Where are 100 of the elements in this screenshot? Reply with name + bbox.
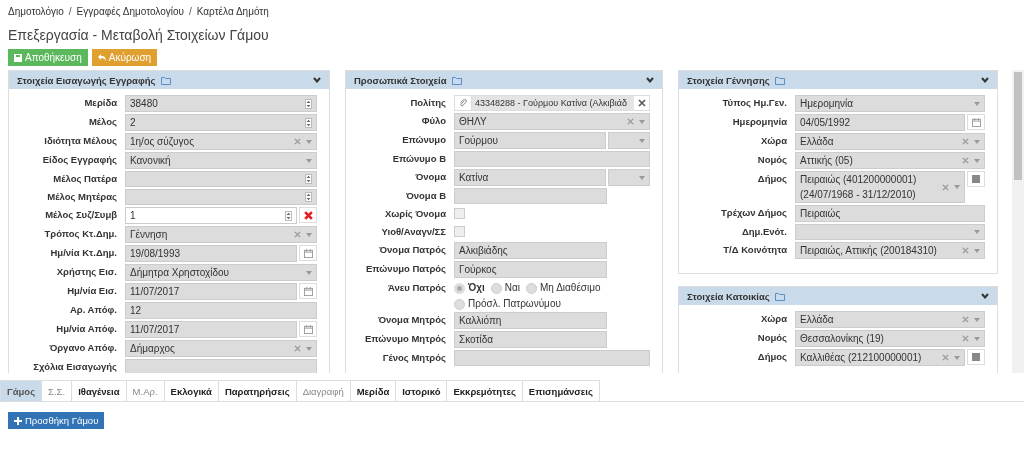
page-title: Επεξεργασία - Μεταβολή Στοιχείων Γάμου bbox=[8, 27, 270, 43]
field-value: Θεσσαλονίκης (19) bbox=[800, 332, 885, 346]
field-value: Κατίνα bbox=[459, 171, 490, 185]
add-marriage-button[interactable]: Προσθήκη Γάμου bbox=[8, 412, 105, 429]
field-label: Μέλος Συζ/Συμβ bbox=[44, 208, 117, 222]
calendar-button[interactable] bbox=[967, 114, 985, 130]
chevron-icon[interactable] bbox=[981, 77, 989, 83]
calendar-icon bbox=[303, 324, 313, 334]
calendar-button[interactable] bbox=[299, 321, 317, 337]
caret-icon bbox=[306, 232, 312, 237]
tab[interactable]: Γάμος bbox=[0, 380, 43, 401]
field-label: Ημ/νία Κτ.Δημ. bbox=[49, 246, 117, 260]
caret-icon bbox=[306, 346, 312, 351]
calendar-icon bbox=[303, 248, 313, 258]
radio-label: Όχι bbox=[468, 282, 485, 294]
chevron-icon[interactable] bbox=[981, 293, 989, 299]
field-label: Ιδιότητα Μέλους bbox=[43, 134, 117, 148]
field-label: Νομός bbox=[756, 331, 787, 345]
field-label: Είδος Εγγραφής bbox=[41, 153, 117, 167]
caret-icon bbox=[974, 230, 980, 234]
field-value: Ημερομηνία bbox=[800, 97, 855, 111]
field-value: 1 bbox=[130, 209, 137, 223]
field-label: Ημερομηνία bbox=[731, 115, 787, 129]
field-label: Όνομα Β bbox=[404, 189, 446, 203]
field-label: Μερίδα bbox=[83, 96, 117, 110]
field-value: Δήμαρχος bbox=[130, 342, 176, 356]
field-value: 1η/ος σύζυγος bbox=[130, 135, 195, 149]
field-value: Σκοτίδα bbox=[459, 333, 494, 347]
field-value: Αττικής (05) bbox=[800, 154, 854, 168]
spinner-arrows-icon[interactable] bbox=[285, 210, 292, 221]
calendar-icon bbox=[303, 286, 313, 296]
field-label: Χώρα bbox=[760, 134, 787, 148]
caret-icon bbox=[639, 119, 645, 124]
folder-icon bbox=[160, 75, 171, 85]
field-label: Όνομα Πατρός bbox=[378, 243, 446, 257]
caret-icon bbox=[306, 270, 312, 275]
caret-icon bbox=[974, 317, 980, 322]
field-value: Ελλάδα bbox=[800, 135, 835, 149]
field-label: Χώρα bbox=[760, 312, 787, 326]
field-value: 11/07/2017 bbox=[130, 323, 181, 337]
field-label: Δήμος bbox=[756, 350, 787, 364]
panel-title: Στοιχεία Κατοικίας bbox=[687, 290, 770, 302]
caret-icon bbox=[306, 158, 312, 163]
field-value: Γούρμου bbox=[459, 134, 500, 148]
caret-icon bbox=[974, 139, 980, 144]
field-label: Πολίτης bbox=[409, 96, 446, 110]
field-value: Καλλιθέας (212100000001) bbox=[800, 351, 923, 365]
tab[interactable]: Επισημάνσεις bbox=[521, 380, 600, 401]
field-value: 04/05/1992 bbox=[800, 116, 852, 130]
field-label: Δημ.Ενότ. bbox=[740, 225, 787, 239]
caret-icon bbox=[639, 175, 645, 180]
field-value: Αλκιβιάδης bbox=[459, 244, 509, 258]
field-label: Επώνυμο bbox=[401, 133, 446, 147]
folder-icon bbox=[774, 75, 785, 85]
field-value: Δήμητρα Χρηστοχίδου bbox=[130, 266, 231, 280]
field-label: Μέλος Μητέρας bbox=[46, 190, 117, 204]
caret-icon bbox=[639, 138, 645, 143]
chevron-icon[interactable] bbox=[313, 77, 321, 83]
plus-icon bbox=[14, 416, 22, 425]
field-label: Όργανο Απόφ. bbox=[48, 341, 117, 355]
field-label: Όνομα Μητρός bbox=[377, 313, 446, 327]
field-value: Ελλάδα bbox=[800, 313, 835, 327]
field-label: Νομός bbox=[756, 153, 787, 167]
caret-icon bbox=[954, 185, 960, 189]
number-field[interactable]: 1 bbox=[125, 207, 297, 224]
field-value: 2 bbox=[130, 116, 137, 130]
folder-icon bbox=[774, 291, 785, 301]
field-value: 43348288 - Γούρμου Κατίνα (Αλκιβιάδ bbox=[472, 96, 634, 110]
calendar-icon bbox=[971, 117, 981, 127]
caret-icon bbox=[974, 336, 980, 341]
radio-label: Μη Διαθέσιμο bbox=[540, 282, 601, 294]
caret-icon bbox=[974, 101, 980, 106]
field-value: Γέννηση bbox=[130, 228, 169, 242]
field-value: Καλλιόπη bbox=[459, 314, 503, 328]
calendar-button[interactable] bbox=[299, 283, 317, 299]
chevron-icon[interactable] bbox=[646, 77, 654, 83]
field-label: Ημ/νία Απόφ. bbox=[55, 322, 117, 336]
field-label: Μέλος bbox=[87, 115, 117, 129]
caret-icon bbox=[974, 248, 980, 253]
breadcrumb-link[interactable]: Εγγραφές Δημοτολογίου bbox=[76, 5, 184, 17]
field-label: Όνομα bbox=[414, 170, 446, 184]
scrollbar[interactable] bbox=[1012, 70, 1024, 373]
field-label: Φύλο bbox=[420, 114, 446, 128]
breadcrumb-link[interactable]: Δημοτολόγιο bbox=[8, 5, 64, 17]
remove-button[interactable] bbox=[299, 207, 317, 223]
field-label: Γένος Μητρός bbox=[381, 351, 446, 365]
radio-label: Πρόσλ. Πατρωνύμου bbox=[468, 298, 561, 310]
field-label: Τύπος Ημ.Γεν. bbox=[721, 96, 787, 110]
calendar-button[interactable] bbox=[299, 245, 317, 261]
folder-icon bbox=[451, 75, 462, 85]
field-label: Χωρίς Όνομα bbox=[384, 207, 446, 221]
field-label: Ημ/νία Εισ. bbox=[66, 284, 117, 298]
clear-icon[interactable] bbox=[303, 210, 313, 220]
breadcrumb-link[interactable]: Καρτέλα Δημότη bbox=[196, 5, 269, 17]
field-label: Επώνυμο Μητρός bbox=[364, 332, 446, 346]
field-value: Πειραιώς, Αττικής (200184310) bbox=[800, 244, 938, 258]
field-label: Αρ. Απόφ. bbox=[68, 303, 117, 317]
field-label: Επώνυμο Β bbox=[391, 152, 446, 166]
panel-title: Προσωπικά Στοιχεία bbox=[354, 74, 447, 86]
square-icon bbox=[972, 175, 980, 183]
